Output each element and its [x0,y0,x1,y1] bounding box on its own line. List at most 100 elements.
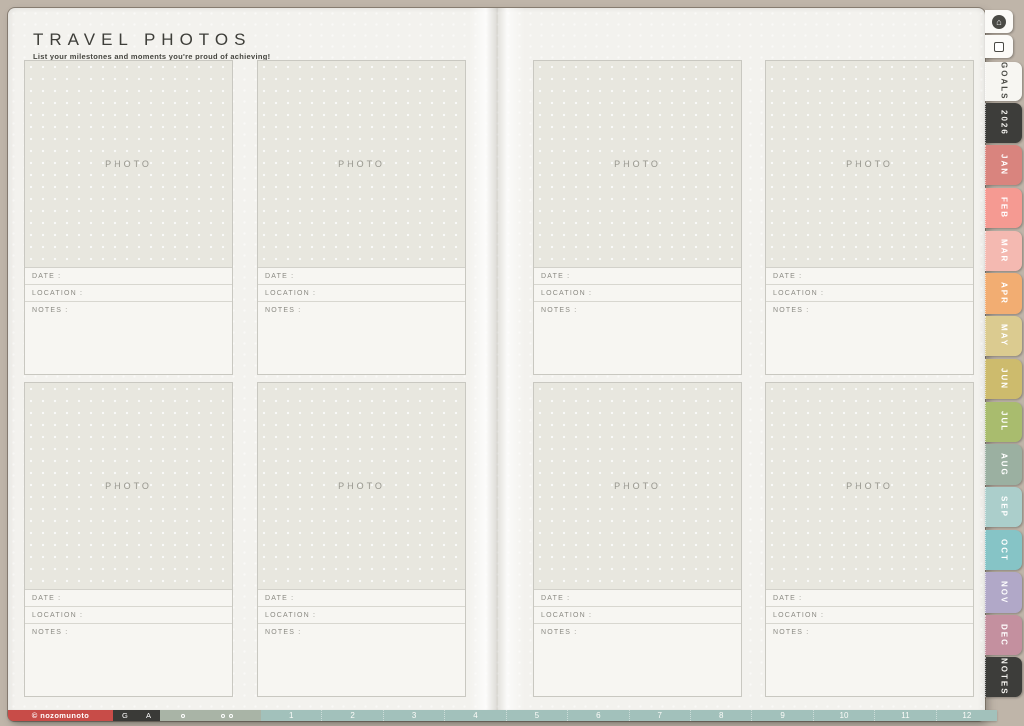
page-view-tab[interactable] [985,35,1013,58]
location-field[interactable]: LOCATION : [25,607,232,624]
footer-month-3[interactable]: 3 [382,710,444,721]
footer-month-2[interactable]: 2 [321,710,382,721]
date-field[interactable]: DATE : [258,268,465,285]
tab-feb-label: FEB [999,197,1009,219]
footer-month-8[interactable]: 8 [689,710,751,721]
overview-dot[interactable] [181,713,185,718]
footer-month-1[interactable]: 1 [261,710,321,721]
footer-month-12[interactable]: 12 [935,710,997,721]
location-field[interactable]: LOCATION : [766,607,973,624]
tab-goals[interactable]: GOALS [985,62,1022,101]
copyright-label: © nozomunoto [8,710,113,721]
photo-placeholder[interactable]: PHOTO [534,383,741,590]
photo-placeholder-label: PHOTO [105,159,152,169]
home-tab[interactable]: ⌂ [985,10,1013,33]
overview-dot[interactable] [221,713,225,718]
tab-oct[interactable]: OCT [985,530,1022,570]
date-field[interactable]: DATE : [766,590,973,607]
date-field[interactable]: DATE : [534,590,741,607]
footer-month-7[interactable]: 7 [628,710,690,721]
notes-field[interactable]: NOTES : [25,302,232,375]
photo-card: PHOTO DATE : LOCATION : NOTES : [533,382,742,697]
tab-jan[interactable]: JAN [985,145,1022,185]
date-label: DATE : [773,272,803,280]
date-label: DATE : [773,594,803,602]
overview-dots [160,710,261,721]
page-view-icon [994,41,1004,52]
overview-dot[interactable] [229,713,233,718]
tab-jun-label: JUN [999,367,1009,390]
date-label: DATE : [32,272,62,280]
location-label: LOCATION : [773,289,825,297]
photo-placeholder[interactable]: PHOTO [258,383,465,590]
notes-field[interactable]: NOTES : [534,302,741,375]
tab-goals-label: GOALS [999,62,1009,101]
location-field[interactable]: LOCATION : [25,285,232,302]
location-field[interactable]: LOCATION : [258,285,465,302]
footer-month-4[interactable]: 4 [444,710,505,721]
notes-field[interactable]: NOTES : [258,624,465,697]
date-field[interactable]: DATE : [766,268,973,285]
quick-link-goals[interactable]: G [122,710,128,721]
location-field[interactable]: LOCATION : [534,607,741,624]
notes-label: NOTES : [32,307,69,314]
notes-field[interactable]: NOTES : [766,624,973,697]
photo-placeholder-label: PHOTO [338,481,385,491]
location-label: LOCATION : [541,611,593,619]
footer-month-6[interactable]: 6 [567,710,628,721]
tab-aug[interactable]: AUG [985,444,1022,485]
location-field[interactable]: LOCATION : [258,607,465,624]
photo-placeholder[interactable]: PHOTO [258,61,465,268]
tab-sep[interactable]: SEP [985,487,1022,527]
date-field[interactable]: DATE : [258,590,465,607]
tab-nov[interactable]: NOV [985,572,1022,613]
footer-month-10[interactable]: 10 [812,710,874,721]
footer-month-9[interactable]: 9 [751,710,812,721]
photo-placeholder-label: PHOTO [846,159,893,169]
tab-apr[interactable]: APR [985,273,1022,314]
location-field[interactable]: LOCATION : [534,285,741,302]
page-title: TRAVEL PHOTOS [33,30,252,49]
photo-card: PHOTO DATE : LOCATION : NOTES : [24,60,233,375]
footer-month-5[interactable]: 5 [505,710,567,721]
notes-field[interactable]: NOTES : [25,624,232,697]
notes-label: NOTES : [773,629,810,636]
notes-label: NOTES : [773,307,810,314]
notes-field[interactable]: NOTES : [258,302,465,375]
photo-placeholder[interactable]: PHOTO [534,61,741,268]
quick-link-annual[interactable]: A [146,710,151,721]
photo-placeholder[interactable]: PHOTO [25,61,232,268]
notes-label: NOTES : [541,307,578,314]
tab-notes[interactable]: NOTES [985,657,1022,697]
footer-month-11[interactable]: 11 [874,710,935,721]
tab-may-label: MAY [999,324,1009,348]
tab-mar[interactable]: MAR [985,231,1022,271]
tab-jun[interactable]: JUN [985,359,1022,399]
tab-dec[interactable]: DEC [985,615,1022,655]
date-label: DATE : [541,272,571,280]
location-label: LOCATION : [773,611,825,619]
tab-feb[interactable]: FEB [985,188,1022,228]
photo-placeholder[interactable]: PHOTO [25,383,232,590]
tab-2026[interactable]: 2026 [985,103,1022,143]
tab-may[interactable]: MAY [985,316,1022,356]
tab-jul[interactable]: JUL [985,402,1022,442]
notes-field[interactable]: NOTES : [534,624,741,697]
home-icon: ⌂ [992,14,1006,29]
photo-placeholder-label: PHOTO [338,159,385,169]
photo-placeholder-label: PHOTO [105,481,152,491]
photo-placeholder[interactable]: PHOTO [766,383,973,590]
date-field[interactable]: DATE : [534,268,741,285]
photo-placeholder-label: PHOTO [614,481,661,491]
date-field[interactable]: DATE : [25,268,232,285]
tab-mar-label: MAR [999,238,1009,264]
location-field[interactable]: LOCATION : [766,285,973,302]
notes-label: NOTES : [541,629,578,636]
notes-field[interactable]: NOTES : [766,302,973,375]
tab-oct-label: OCT [999,538,1009,562]
photo-card: PHOTO DATE : LOCATION : NOTES : [257,382,466,697]
date-field[interactable]: DATE : [25,590,232,607]
photo-card: PHOTO DATE : LOCATION : NOTES : [765,382,974,697]
photo-placeholder[interactable]: PHOTO [766,61,973,268]
date-label: DATE : [265,272,295,280]
